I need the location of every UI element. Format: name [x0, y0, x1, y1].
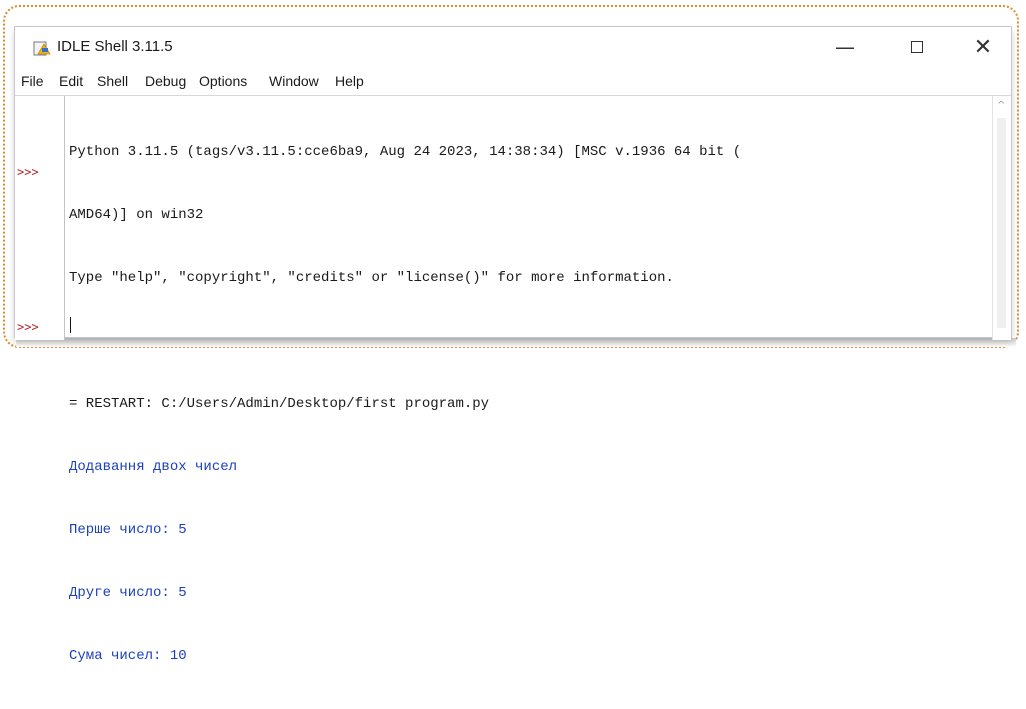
menu-options[interactable]: Options	[199, 73, 247, 89]
menu-edit[interactable]: Edit	[59, 73, 83, 89]
program-output-line: Додавання двох чисел	[69, 459, 238, 475]
menu-file[interactable]: File	[21, 73, 44, 89]
menu-shell[interactable]: Shell	[97, 73, 128, 89]
program-output-line: Перше число: 5	[69, 522, 187, 538]
maximize-icon	[911, 41, 923, 53]
shell-line: Python 3.11.5 (tags/v3.11.5:cce6ba9, Aug…	[69, 144, 742, 160]
menu-help[interactable]: Help	[335, 73, 364, 89]
menu-bar: File Edit Shell Debug Options Window Hel…	[15, 71, 1011, 93]
idle-shell-window: IDLE Shell 3.11.5 — ✕ File Edit Shell De…	[14, 26, 1012, 664]
window-title: IDLE Shell 3.11.5	[57, 38, 173, 55]
program-output-line: Друге число: 5	[69, 585, 187, 601]
idle-python-icon	[33, 41, 51, 56]
scrollbar-thumb[interactable]	[997, 118, 1006, 328]
menu-window[interactable]: Window	[269, 73, 319, 89]
shell-prompt: >>>	[17, 165, 39, 179]
close-icon: ✕	[973, 34, 993, 60]
scroll-up-arrow-icon[interactable]: ^	[997, 100, 1005, 111]
shell-line: Type "help", "copyright", "credits" or "…	[69, 270, 674, 286]
maximize-button[interactable]	[893, 27, 941, 67]
shell-text-area[interactable]: >>> >>> Python 3.11.5 (tags/v3.11.5:cce6…	[15, 95, 1011, 664]
shell-prompt-active: >>>	[17, 320, 39, 334]
close-button[interactable]: ✕	[959, 27, 1007, 67]
vertical-scrollbar[interactable]: ^	[992, 96, 1011, 340]
restart-line: = RESTART: C:/Users/Admin/Desktop/first …	[69, 396, 490, 412]
prompt-gutter: >>> >>>	[15, 96, 65, 340]
title-bar[interactable]: IDLE Shell 3.11.5 — ✕	[15, 27, 1011, 69]
shell-output: Python 3.11.5 (tags/v3.11.5:cce6ba9, Aug…	[69, 100, 981, 709]
menu-debug[interactable]: Debug	[145, 73, 186, 89]
text-cursor	[70, 317, 71, 333]
shell-line: AMD64)] on win32	[69, 207, 204, 223]
minimize-button[interactable]: —	[821, 27, 869, 67]
minimize-icon: —	[835, 35, 855, 59]
program-output-line: Сума чисел: 10	[69, 648, 187, 664]
